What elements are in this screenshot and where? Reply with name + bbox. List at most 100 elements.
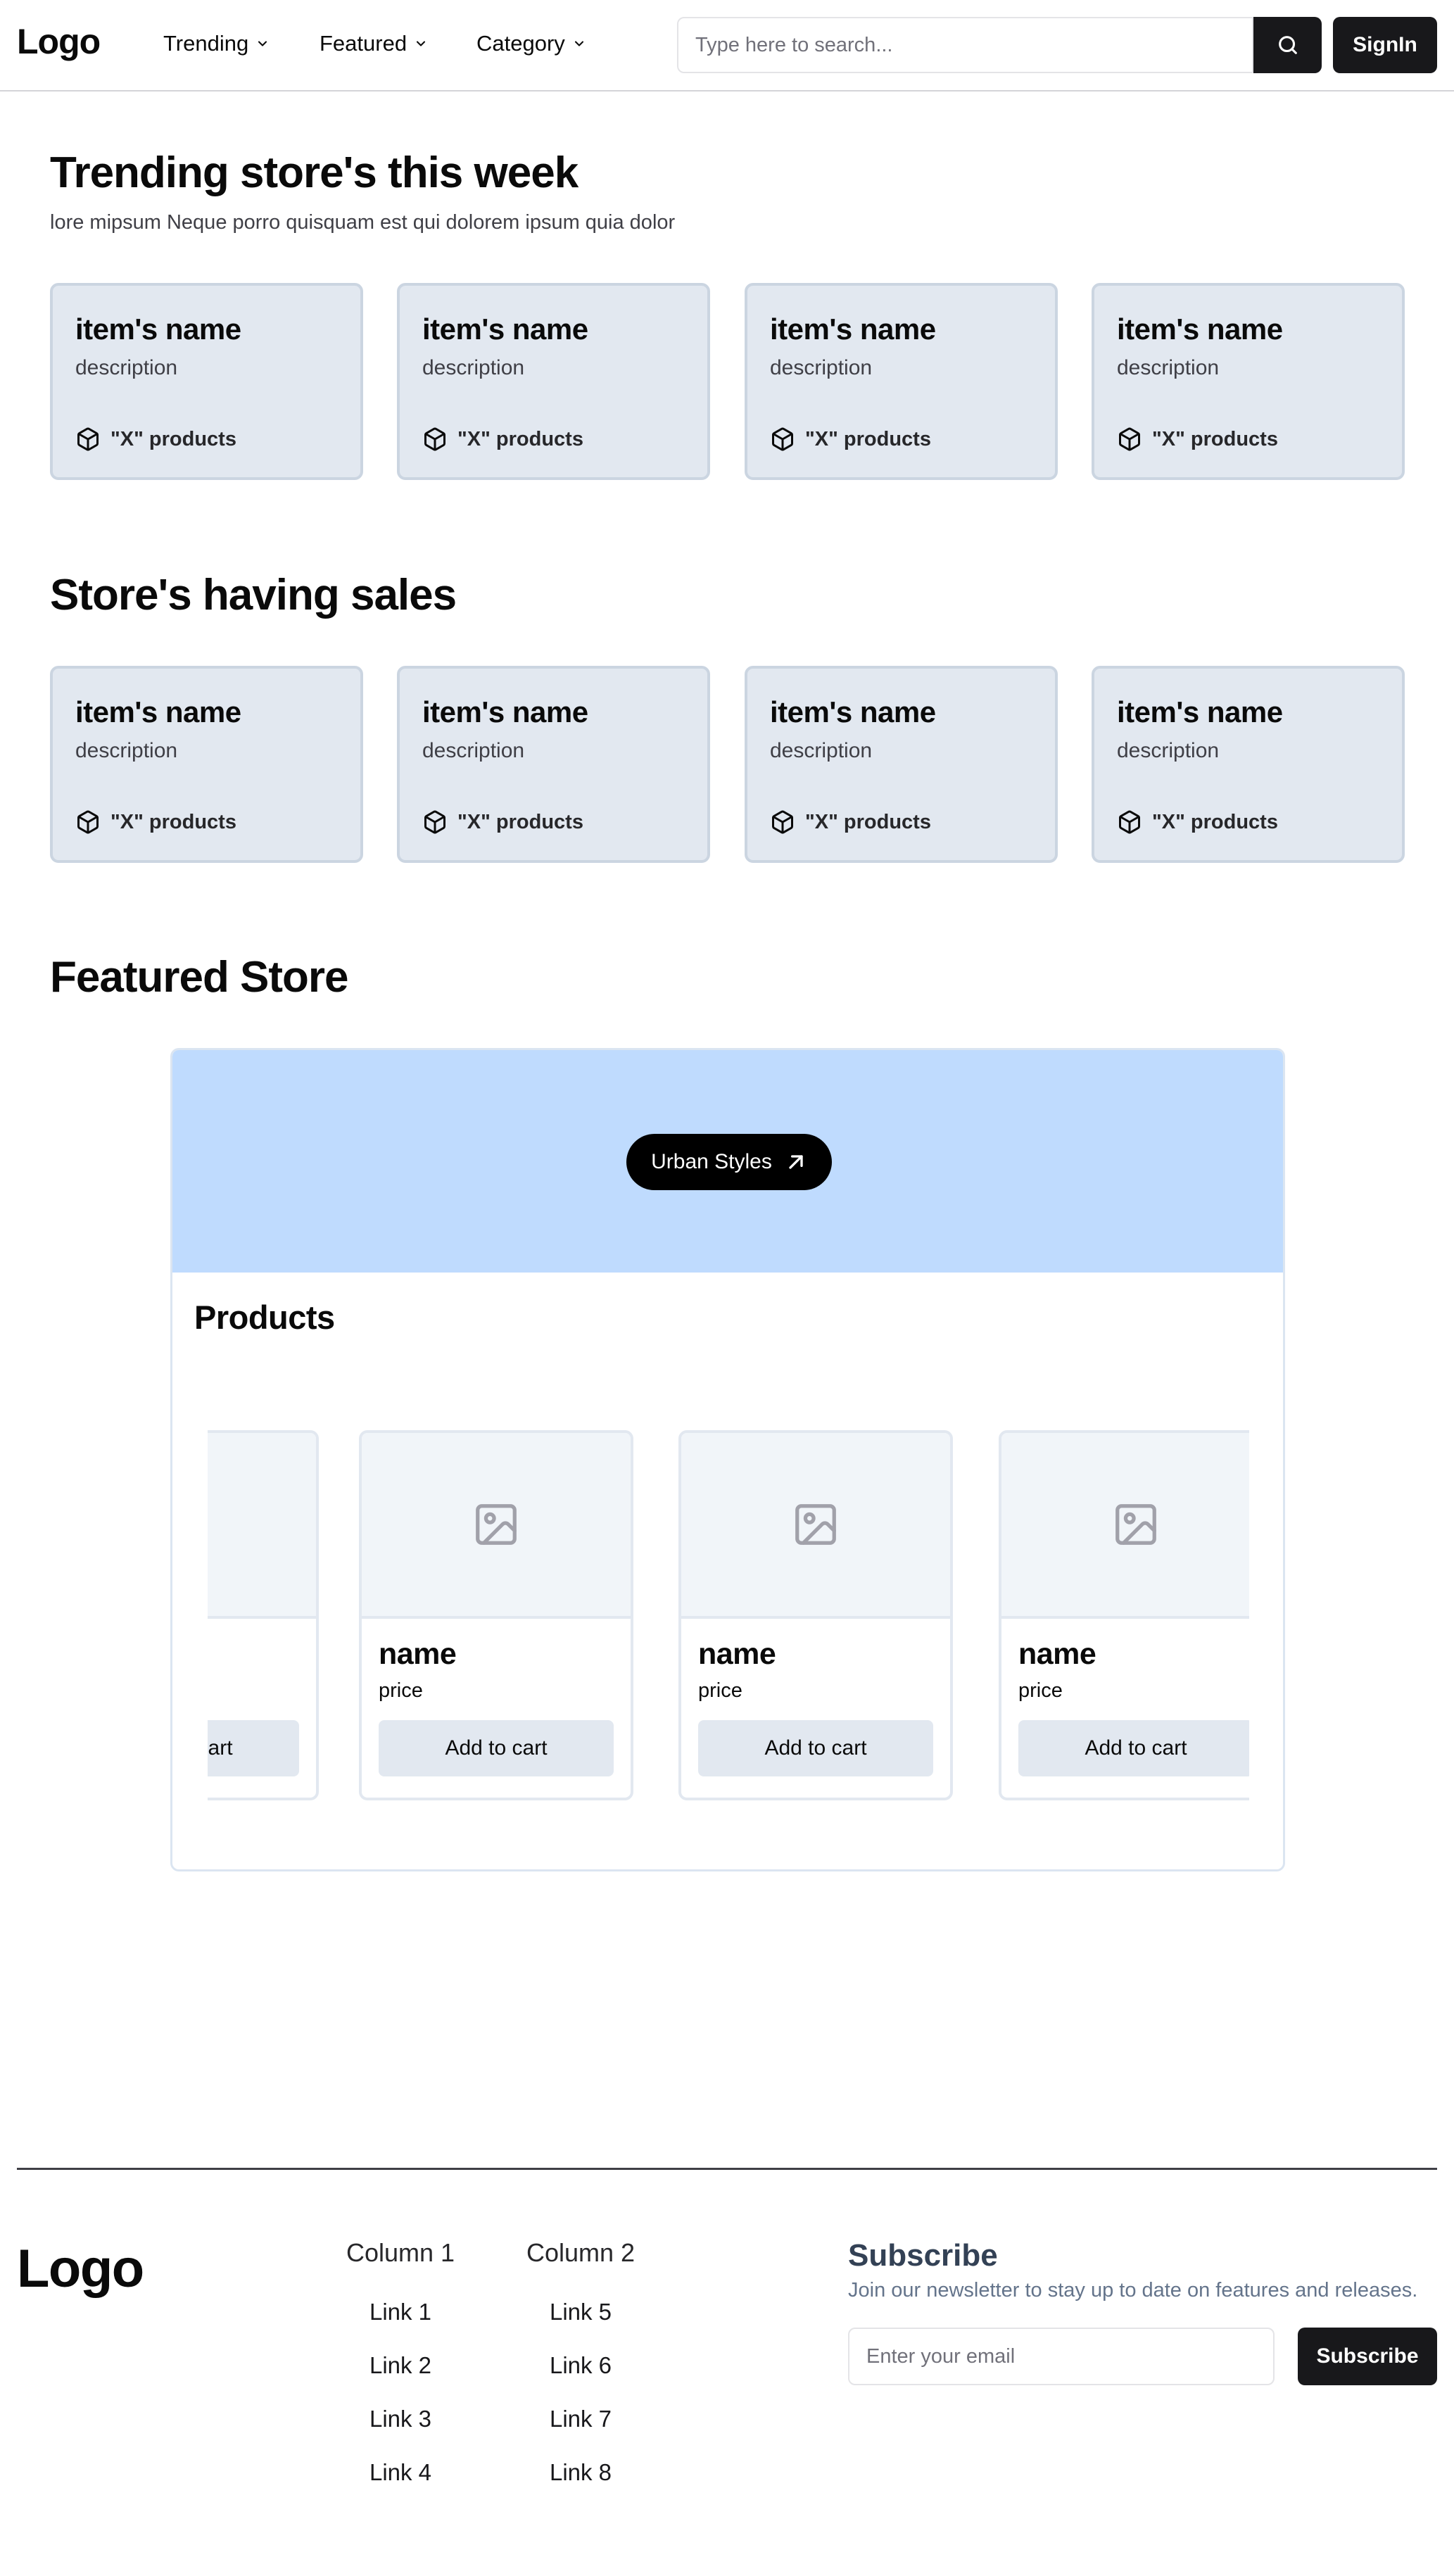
product-count-label: "X" products xyxy=(1152,810,1278,833)
product-price: price xyxy=(379,1679,423,1702)
store-name: item's name xyxy=(75,695,241,728)
product-count-label: "X" products xyxy=(805,810,931,833)
featured-section-title: Featured Store xyxy=(50,953,349,1002)
store-link-button[interactable]: Urban Styles xyxy=(626,1134,832,1190)
product-price: price xyxy=(698,1679,742,1702)
store-description: description xyxy=(770,356,873,379)
trending-section-subtitle: lore mipsum Neque porro quisquam est qui… xyxy=(50,211,676,234)
store-name: item's name xyxy=(770,312,936,346)
featured-store-banner: Urban Styles xyxy=(172,1050,1283,1273)
store-product-count: "X" products xyxy=(75,809,236,835)
store-product-count: "X" products xyxy=(770,809,931,835)
product-count-label: "X" products xyxy=(1152,427,1278,450)
box-icon xyxy=(424,810,445,834)
footer-column-title: Column 1 xyxy=(346,2238,455,2267)
box-icon xyxy=(1119,810,1140,834)
store-description: description xyxy=(422,356,525,379)
footer-column-title: Column 2 xyxy=(526,2238,636,2267)
chevron-down-icon xyxy=(258,41,267,46)
store-description: description xyxy=(1117,356,1220,379)
footer-link[interactable]: Link 7 xyxy=(510,2406,651,2432)
subscribe-button[interactable]: Subscribe xyxy=(1298,2328,1437,2385)
sale-store-card[interactable]: item's name description "X" products xyxy=(50,666,363,863)
sale-store-card[interactable]: item's name description "X" products xyxy=(397,666,710,863)
trending-store-card[interactable]: item's name description "X" products xyxy=(1092,283,1405,480)
store-description: description xyxy=(422,739,525,762)
signin-button[interactable]: SignIn xyxy=(1333,17,1437,73)
footer-link[interactable]: Link 4 xyxy=(330,2459,471,2486)
subscribe-description: Join our newsletter to stay up to date o… xyxy=(848,2279,1418,2302)
trending-store-card[interactable]: item's name description "X" products xyxy=(50,283,363,480)
box-icon xyxy=(77,427,99,451)
footer-link[interactable]: Link 1 xyxy=(330,2299,471,2325)
nav-featured[interactable]: Featured xyxy=(320,31,428,56)
store-description: description xyxy=(75,739,178,762)
product-image xyxy=(1001,1433,1249,1619)
add-to-cart-button[interactable]: Add to cart xyxy=(208,1720,299,1776)
newsletter-email-input[interactable] xyxy=(848,2328,1275,2385)
nav-trending[interactable]: Trending xyxy=(163,31,270,56)
chevron-down-icon xyxy=(574,41,583,46)
store-name: item's name xyxy=(75,312,241,346)
store-name: item's name xyxy=(422,312,588,346)
store-product-count: "X" products xyxy=(422,427,583,452)
product-card[interactable]: name price Add to cart xyxy=(208,1430,319,1800)
sale-store-card[interactable]: item's name description "X" products xyxy=(1092,666,1405,863)
logo[interactable]: Logo xyxy=(17,21,101,62)
product-count-label: "X" products xyxy=(805,427,931,450)
product-image xyxy=(681,1433,950,1619)
products-heading: Products xyxy=(194,1299,335,1336)
products-carousel[interactable]: name price Add to cart name price Add to… xyxy=(208,1430,1249,1810)
footer-link[interactable]: Link 5 xyxy=(510,2299,651,2325)
box-icon xyxy=(424,427,445,451)
trending-store-card[interactable]: item's name description "X" products xyxy=(745,283,1058,480)
box-icon xyxy=(772,810,793,834)
store-name: item's name xyxy=(1117,312,1283,346)
trending-store-card[interactable]: item's name description "X" products xyxy=(397,283,710,480)
footer-column-2: Column 2 Link 5 Link 6 Link 7 Link 8 xyxy=(510,2238,651,2513)
featured-store-panel: Urban Styles Products name price Add to … xyxy=(170,1048,1285,1871)
store-name: Urban Styles xyxy=(651,1150,772,1173)
product-name: name xyxy=(1018,1637,1096,1671)
product-card[interactable]: name price Add to cart xyxy=(359,1430,633,1800)
subscribe-title: Subscribe xyxy=(848,2238,998,2273)
search-button[interactable] xyxy=(1253,17,1322,73)
search-input[interactable] xyxy=(677,17,1253,73)
nav-trending-label: Trending xyxy=(163,31,249,56)
sales-section-title: Store's having sales xyxy=(50,571,457,619)
add-to-cart-button[interactable]: Add to cart xyxy=(379,1720,614,1776)
image-icon xyxy=(795,1504,836,1545)
nav-category[interactable]: Category xyxy=(476,31,586,56)
store-product-count: "X" products xyxy=(1117,809,1278,835)
product-card[interactable]: name price Add to cart xyxy=(678,1430,953,1800)
product-count-label: "X" products xyxy=(110,427,236,450)
store-description: description xyxy=(75,356,178,379)
store-product-count: "X" products xyxy=(1117,427,1278,452)
image-icon xyxy=(476,1504,517,1545)
product-count-label: "X" products xyxy=(457,427,583,450)
product-image xyxy=(208,1433,316,1619)
trending-section-title: Trending store's this week xyxy=(50,149,579,197)
box-icon xyxy=(77,810,99,834)
footer-link[interactable]: Link 8 xyxy=(510,2459,651,2486)
product-count-label: "X" products xyxy=(110,810,236,833)
add-to-cart-button[interactable]: Add to cart xyxy=(698,1720,933,1776)
store-product-count: "X" products xyxy=(75,427,236,452)
product-count-label: "X" products xyxy=(457,810,583,833)
product-card[interactable]: name price Add to cart xyxy=(999,1430,1249,1800)
product-price: price xyxy=(1018,1679,1063,1702)
product-name: name xyxy=(379,1637,457,1671)
store-name: item's name xyxy=(1117,695,1283,728)
footer-link[interactable]: Link 2 xyxy=(330,2352,471,2379)
add-to-cart-button[interactable]: Add to cart xyxy=(1018,1720,1249,1776)
product-image xyxy=(362,1433,631,1619)
box-icon xyxy=(772,427,793,451)
product-name: name xyxy=(698,1637,776,1671)
footer-logo[interactable]: Logo xyxy=(17,2238,144,2299)
sale-store-card[interactable]: item's name description "X" products xyxy=(745,666,1058,863)
arrow-up-right-icon xyxy=(789,1155,803,1169)
footer-link[interactable]: Link 6 xyxy=(510,2352,651,2379)
store-description: description xyxy=(1117,739,1220,762)
chevron-down-icon xyxy=(417,41,426,46)
footer-link[interactable]: Link 3 xyxy=(330,2406,471,2432)
